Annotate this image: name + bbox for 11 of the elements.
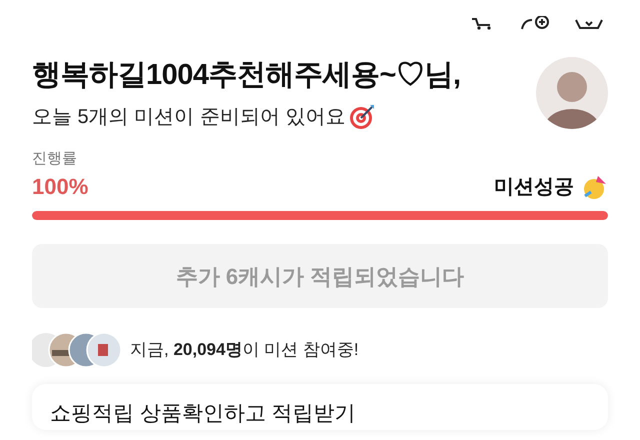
tray-icon[interactable] xyxy=(574,18,604,30)
greeting-title: 행복하길1004추천해주세용~♡님, xyxy=(32,58,461,93)
mission-card[interactable]: 쇼핑적립 상품확인하고 적립받기 xyxy=(32,384,608,430)
mission-title: 쇼핑적립 상품확인하고 적립받기 xyxy=(50,401,357,427)
progress-label: 진행률 xyxy=(32,148,78,168)
participants-text: 지금, 20,094명이 미션 참여중! xyxy=(130,339,359,362)
progress-status: 미션성공 xyxy=(494,174,574,200)
greeting-subtitle: 오늘 5개의 미션이 준비되어 있어요 xyxy=(32,104,346,130)
target-icon xyxy=(349,104,376,130)
progress-percent: 100% xyxy=(32,173,88,201)
party-face-icon xyxy=(582,174,608,200)
